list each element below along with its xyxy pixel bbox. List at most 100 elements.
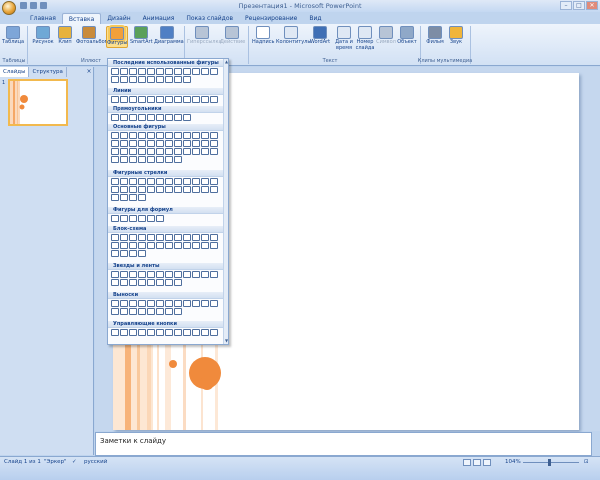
shape-item[interactable] <box>174 132 182 139</box>
tab-animation[interactable]: Анимация <box>137 13 181 24</box>
shape-item[interactable] <box>192 329 200 336</box>
shape-item[interactable] <box>165 279 173 286</box>
shape-item[interactable] <box>138 194 146 201</box>
shape-item[interactable] <box>138 186 146 193</box>
sound-button[interactable]: Звук <box>445 26 467 46</box>
shape-item[interactable] <box>183 329 191 336</box>
shape-item[interactable] <box>165 156 173 163</box>
shape-item[interactable] <box>201 132 209 139</box>
shape-item[interactable] <box>210 148 218 155</box>
shape-item[interactable] <box>201 329 209 336</box>
shape-item[interactable] <box>129 250 137 257</box>
office-button[interactable] <box>2 1 16 15</box>
shape-item[interactable] <box>120 215 128 222</box>
shape-item[interactable] <box>138 300 146 307</box>
shape-item[interactable] <box>147 76 155 83</box>
shape-item[interactable] <box>120 96 128 103</box>
shape-item[interactable] <box>165 140 173 147</box>
shape-item[interactable] <box>138 279 146 286</box>
shape-item[interactable] <box>120 279 128 286</box>
shape-item[interactable] <box>147 308 155 315</box>
shape-item[interactable] <box>111 194 119 201</box>
shape-item[interactable] <box>156 178 164 185</box>
shape-item[interactable] <box>174 96 182 103</box>
tab-slideshow[interactable]: Показ слайдов <box>180 13 239 24</box>
shape-item[interactable] <box>192 234 200 241</box>
tab-design[interactable]: Дизайн <box>101 13 136 24</box>
shape-item[interactable] <box>165 271 173 278</box>
shape-item[interactable] <box>129 308 137 315</box>
shape-item[interactable] <box>120 178 128 185</box>
shape-item[interactable] <box>120 271 128 278</box>
smartart-button[interactable]: SmartArt <box>130 26 153 46</box>
shape-item[interactable] <box>156 279 164 286</box>
shape-item[interactable] <box>174 242 182 249</box>
clip-button[interactable]: Клип <box>54 26 76 46</box>
shape-item[interactable] <box>201 300 209 307</box>
shape-item[interactable] <box>192 96 200 103</box>
shape-item[interactable] <box>156 96 164 103</box>
shape-item[interactable] <box>201 140 209 147</box>
shape-item[interactable] <box>183 68 191 75</box>
shape-item[interactable] <box>183 140 191 147</box>
shape-item[interactable] <box>129 148 137 155</box>
shape-item[interactable] <box>192 178 200 185</box>
shape-item[interactable] <box>156 132 164 139</box>
slide-sorter-icon[interactable] <box>473 459 481 466</box>
shape-item[interactable] <box>111 300 119 307</box>
shape-item[interactable] <box>120 234 128 241</box>
scroll-up-icon[interactable]: ▲ <box>224 59 228 65</box>
shape-item[interactable] <box>120 329 128 336</box>
shape-item[interactable] <box>138 250 146 257</box>
shape-item[interactable] <box>174 178 182 185</box>
action-button[interactable]: Действие <box>220 26 245 46</box>
shape-item[interactable] <box>138 215 146 222</box>
table-button[interactable]: Таблица <box>2 26 24 46</box>
shape-item[interactable] <box>174 148 182 155</box>
shape-item[interactable] <box>210 242 218 249</box>
shape-item[interactable] <box>183 300 191 307</box>
shape-item[interactable] <box>120 140 128 147</box>
shape-item[interactable] <box>147 114 155 121</box>
shape-item[interactable] <box>210 132 218 139</box>
notes-pane[interactable]: Заметки к слайду <box>95 432 592 456</box>
shape-item[interactable] <box>111 96 119 103</box>
photo-album-button[interactable]: Фотоальбом <box>76 26 108 46</box>
header-footer-button[interactable]: Колонтитулы <box>276 26 311 46</box>
shape-item[interactable] <box>174 156 182 163</box>
shape-item[interactable] <box>174 114 182 121</box>
tab-view[interactable]: Вид <box>303 13 327 24</box>
shape-item[interactable] <box>156 76 164 83</box>
shape-item[interactable] <box>147 140 155 147</box>
shape-item[interactable] <box>156 300 164 307</box>
shape-item[interactable] <box>156 242 164 249</box>
shape-item[interactable] <box>192 68 200 75</box>
fit-to-window-icon[interactable]: ⊡ <box>584 459 589 465</box>
shape-item[interactable] <box>183 76 191 83</box>
zoom-level[interactable]: 104% <box>505 459 521 465</box>
shape-item[interactable] <box>147 156 155 163</box>
shape-item[interactable] <box>111 68 119 75</box>
shape-item[interactable] <box>129 194 137 201</box>
language[interactable]: русский <box>84 459 107 465</box>
shape-item[interactable] <box>129 271 137 278</box>
shape-item[interactable] <box>129 329 137 336</box>
shape-item[interactable] <box>165 329 173 336</box>
normal-view-icon[interactable] <box>463 459 471 466</box>
tab-slides[interactable]: Слайды <box>0 67 30 77</box>
shape-item[interactable] <box>165 132 173 139</box>
scroll-down-icon[interactable]: ▼ <box>224 338 228 344</box>
shape-item[interactable] <box>174 76 182 83</box>
picture-button[interactable]: Рисунок <box>32 26 54 46</box>
shape-item[interactable] <box>156 308 164 315</box>
shape-item[interactable] <box>129 234 137 241</box>
shape-item[interactable] <box>174 68 182 75</box>
shape-item[interactable] <box>138 132 146 139</box>
hyperlink-button[interactable]: Гиперссылка <box>187 26 222 46</box>
shape-item[interactable] <box>210 186 218 193</box>
shape-item[interactable] <box>201 68 209 75</box>
shape-item[interactable] <box>183 96 191 103</box>
tab-review[interactable]: Рецензирование <box>239 13 303 24</box>
shape-item[interactable] <box>165 186 173 193</box>
shape-item[interactable] <box>129 96 137 103</box>
